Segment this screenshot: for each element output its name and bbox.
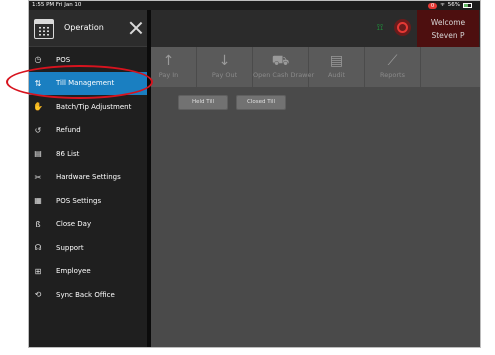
menu-item-hardware-settings[interactable]: ✂ Hardware Settings — [29, 166, 147, 190]
tools-icon: ✂ — [34, 172, 42, 182]
menu-item-support[interactable]: ☊ Support — [29, 236, 147, 260]
pay-out-button[interactable]: ↓ Pay Out — [197, 47, 253, 87]
menu-item-label: 86 List — [56, 149, 80, 158]
navigation-drawer: Operation ◷ POS ⇅ Till Management ✋ Batc… — [29, 10, 151, 347]
pay-out-icon: ↓ — [218, 53, 231, 69]
headset-icon: ☊ — [34, 243, 42, 253]
notification-badge: 0 — [428, 2, 438, 9]
sync-icon: ⟲ — [34, 290, 42, 300]
network-status-icon[interactable]: ⟟⟟ — [371, 22, 389, 34]
menu-item-86-list[interactable]: ▤ 86 List — [29, 142, 147, 166]
close-day-icon: ß — [35, 219, 41, 229]
menu-item-label: Support — [56, 243, 84, 252]
open-cash-drawer-label: Open Cash Drawer — [253, 71, 315, 79]
reports-icon: ⟋ — [387, 53, 398, 69]
battery-icon — [463, 3, 472, 8]
menu-item-refund[interactable]: ↺ Refund — [29, 119, 147, 143]
pos-icon: ◷ — [34, 55, 42, 65]
reports-button[interactable]: ⟋ Reports — [365, 47, 421, 87]
tab-closed-till[interactable]: Closed Till — [236, 95, 286, 110]
power-icon[interactable] — [394, 19, 411, 36]
refund-icon: ↺ — [34, 125, 42, 135]
register-icon: ▦ — [34, 196, 42, 206]
welcome-user-button[interactable]: Welcome Steven P — [417, 10, 479, 47]
pay-out-label: Pay Out — [211, 71, 238, 79]
menu-item-employee[interactable]: ⊞ Employee — [29, 260, 147, 284]
open-cash-drawer-button[interactable]: ⛟ Open Cash Drawer — [253, 47, 315, 87]
menu-item-label: Sync Back Office — [56, 290, 115, 299]
employee-icon: ⊞ — [34, 266, 42, 276]
cash-drawer-icon: ⛟ — [271, 53, 290, 69]
status-icons: 0 ᯤ 56% — [428, 2, 472, 9]
menu-item-label: Close Day — [56, 220, 92, 229]
hand-icon: ✋ — [33, 102, 43, 112]
drawer-header: Operation — [29, 10, 147, 47]
menu-item-label: POS — [56, 55, 71, 64]
menu-item-label: POS Settings — [56, 196, 102, 205]
menu-item-close-day[interactable]: ß Close Day — [29, 213, 147, 237]
calendar-icon — [34, 19, 54, 39]
user-name: Steven P — [431, 31, 465, 40]
menu-item-sync-back-office[interactable]: ⟲ Sync Back Office — [29, 283, 147, 307]
menu-item-pos-settings[interactable]: ▦ POS Settings — [29, 189, 147, 213]
tab-held-till[interactable]: Held Till — [178, 95, 228, 110]
battery-percent: 56% — [447, 2, 460, 8]
menu-item-label: Batch/Tip Adjustment — [56, 102, 132, 111]
tablet-screen: 1:55 PM Fri Jan 10 0 ᯤ 56% ⟟⟟ Welcome St… — [28, 0, 481, 348]
menu-item-label: Hardware Settings — [56, 173, 121, 182]
welcome-label: Welcome — [430, 18, 466, 27]
audit-icon: ▤ — [329, 53, 344, 69]
menu-item-label: Employee — [56, 267, 91, 276]
audit-button[interactable]: ▤ Audit — [309, 47, 365, 87]
audit-label: Audit — [327, 71, 346, 79]
status-bar: 1:55 PM Fri Jan 10 0 ᯤ 56% — [29, 1, 480, 10]
drawer-title: Operation — [64, 23, 104, 32]
list-icon: ▤ — [34, 149, 42, 159]
wifi-icon: ᯤ — [440, 2, 445, 8]
close-icon[interactable] — [129, 21, 143, 35]
menu-item-label: Refund — [56, 126, 81, 135]
status-time: 1:55 PM Fri Jan 10 — [32, 2, 82, 8]
reports-label: Reports — [380, 71, 405, 79]
highlight-annotation-ring — [6, 65, 153, 99]
